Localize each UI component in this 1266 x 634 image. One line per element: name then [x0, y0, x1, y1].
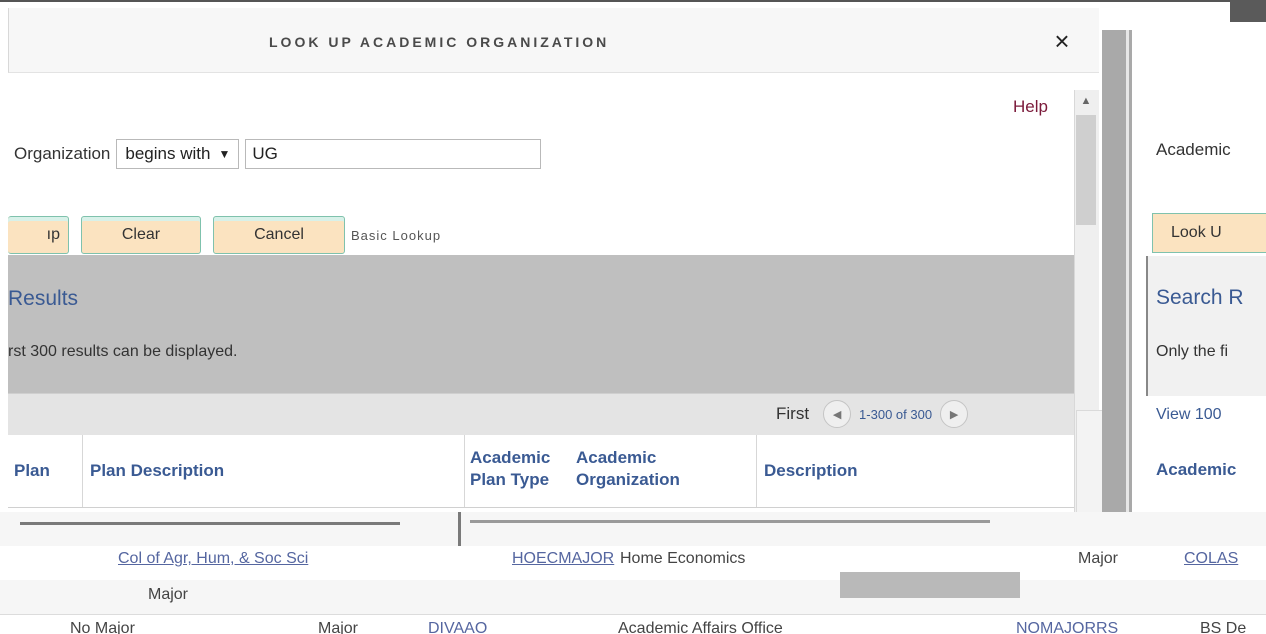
- background-academic-column-header: Academic: [1156, 460, 1237, 479]
- background-results-panel: [1146, 256, 1266, 396]
- background-view-100-link[interactable]: View 100: [1156, 406, 1222, 424]
- description-cell: Academic Affairs Office: [618, 620, 783, 634]
- plan-description-cell[interactable]: Col of Agr, Hum, & Soc Sci: [118, 550, 308, 568]
- background-lookup-button[interactable]: Look U: [1152, 213, 1266, 253]
- column-header-plan-type[interactable]: Academic Plan Type: [470, 447, 574, 491]
- lookup-button[interactable]: ıp: [8, 216, 69, 254]
- results-panel: [8, 255, 1076, 415]
- column-header-description[interactable]: Description: [764, 460, 858, 482]
- window-divider-line: [1126, 30, 1129, 516]
- dialog-button-row: ıp Clear Cancel Basic Lookup: [8, 215, 441, 255]
- organization-label: Organization: [14, 144, 111, 163]
- basic-lookup-link[interactable]: Basic Lookup: [351, 228, 441, 243]
- background-code-cell[interactable]: COLAS: [1184, 550, 1238, 568]
- table-row[interactable]: [0, 512, 1266, 547]
- plan-type-cell: Major: [318, 620, 359, 634]
- render-artifact: [840, 572, 1020, 598]
- organization-cell[interactable]: HOECMAJOR: [512, 550, 614, 568]
- pager: First ◀ 1-300 of 300 ▶: [776, 400, 969, 428]
- column-header-plan[interactable]: Plan: [14, 460, 50, 482]
- column-header-plan-description[interactable]: Plan Description: [90, 460, 224, 482]
- pager-first-link[interactable]: First: [776, 404, 809, 424]
- chevron-down-icon: ▼: [218, 147, 231, 161]
- results-table-body: Col of Agr, Hum, & Soc Sci HOECMAJOR Hom…: [0, 512, 1266, 634]
- table-row[interactable]: [0, 580, 1266, 615]
- results-table-header: Plan Plan Description Academic Plan Type…: [8, 435, 1076, 508]
- background-academic-label: Academic: [1156, 140, 1231, 159]
- column-header-academic-organization[interactable]: Academic Organization: [576, 447, 726, 491]
- help-link[interactable]: Help: [1013, 97, 1048, 117]
- organization-cell[interactable]: DIVAAO: [428, 620, 487, 634]
- next-page-icon[interactable]: ▶: [940, 400, 969, 428]
- operator-value: begins with: [125, 144, 211, 163]
- plan-description-cell: Major: [148, 586, 189, 603]
- pager-range: 1-300 of 300: [859, 406, 933, 422]
- search-criteria-row: Organization begins with ▼ UG: [14, 137, 542, 171]
- background-code-cell[interactable]: NOMAJORRS: [1016, 620, 1118, 634]
- previous-page-icon[interactable]: ◀: [823, 400, 852, 428]
- background-results-note: Only the fi: [1156, 343, 1229, 360]
- results-title: Results: [8, 287, 79, 310]
- scroll-thumb[interactable]: [1076, 115, 1096, 225]
- dialog-title-bar: LOOK UP ACADEMIC ORGANIZATION ×: [8, 8, 1099, 73]
- results-note: rst 300 results can be displayed.: [8, 343, 238, 360]
- description-cell: Home Economics: [620, 550, 746, 567]
- cancel-button[interactable]: Cancel: [213, 216, 345, 254]
- render-artifact: [470, 520, 990, 523]
- dialog-title: LOOK UP ACADEMIC ORGANIZATION: [269, 34, 610, 50]
- render-artifact: [458, 512, 461, 546]
- scroll-up-icon[interactable]: ▲: [1074, 90, 1098, 112]
- background-search-results-title: Search R: [1156, 286, 1244, 309]
- column-divider: [464, 435, 465, 507]
- column-divider: [82, 435, 83, 507]
- window-top-edge: [0, 0, 1266, 8]
- plan-cell: No Major: [70, 620, 135, 634]
- plan-type-cell: Major: [1078, 550, 1119, 567]
- window-corner-block: [1230, 0, 1266, 22]
- clear-button[interactable]: Clear: [81, 216, 201, 254]
- operator-select[interactable]: begins with ▼: [116, 139, 240, 169]
- render-artifact: [20, 522, 400, 525]
- organization-input[interactable]: UG: [245, 139, 542, 169]
- column-divider: [756, 435, 757, 507]
- close-icon[interactable]: ×: [1047, 26, 1077, 56]
- background-code-cell: BS De: [1200, 620, 1247, 634]
